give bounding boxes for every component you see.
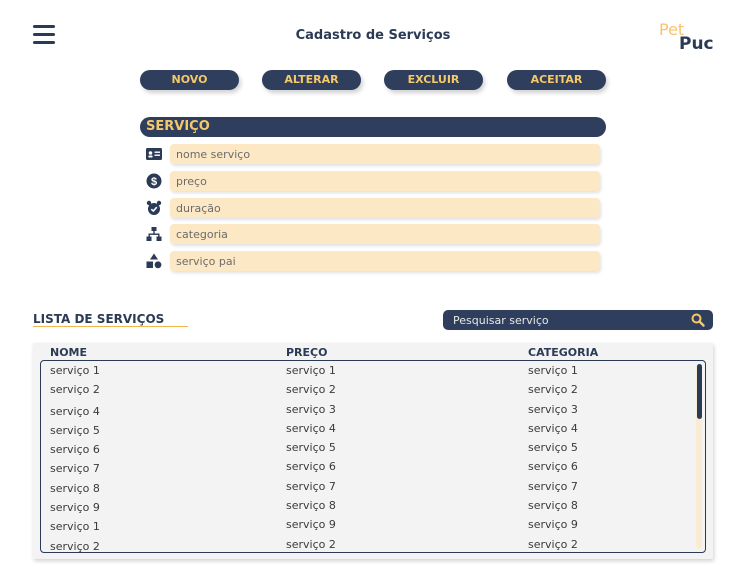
table-cell[interactable]: serviço 5 <box>50 421 270 440</box>
table-cell[interactable]: serviço 6 <box>528 457 705 476</box>
services-table: NOME PREÇO CATEGORIA serviço 1 serviço 2… <box>33 343 713 559</box>
servico-pai-field[interactable] <box>170 251 600 271</box>
scrollbar-thumb[interactable] <box>697 364 702 419</box>
id-card-icon <box>146 148 162 160</box>
table-cell[interactable]: serviço 4 <box>528 419 705 438</box>
svg-text:$: $ <box>151 176 157 188</box>
duracao-row <box>146 198 601 218</box>
nome-servico-field[interactable] <box>170 144 600 164</box>
servico-pai-row <box>146 251 601 271</box>
table-body[interactable]: serviço 1 serviço 2 serviço 4 serviço 5 … <box>40 360 706 553</box>
logo-puc-text: Puc <box>679 34 714 54</box>
search-icon[interactable] <box>691 313 705 327</box>
table-cell[interactable]: serviço 7 <box>50 459 270 478</box>
nome-servico-row <box>146 144 601 164</box>
table-cell[interactable]: serviço 9 <box>286 515 506 534</box>
table-cell[interactable]: serviço 1 <box>286 361 506 380</box>
table-cell[interactable]: serviço 6 <box>50 440 270 459</box>
header-preco: PREÇO <box>286 346 328 359</box>
header-categoria: CATEGORIA <box>528 346 599 359</box>
categoria-column: serviço 1 serviço 2 serviço 3 serviço 4 … <box>528 361 705 552</box>
table-cell[interactable]: serviço 2 <box>286 380 506 399</box>
categoria-field[interactable] <box>170 224 600 244</box>
alarm-clock-icon <box>146 200 162 215</box>
table-cell[interactable]: serviço 2 <box>528 535 705 552</box>
header-nome: NOME <box>50 346 88 359</box>
page-title: Cadastro de Serviços <box>295 28 451 43</box>
table-cell[interactable]: serviço 2 <box>50 537 270 552</box>
logo: Pet Puc <box>658 20 718 54</box>
table-cell[interactable]: serviço 8 <box>286 496 506 515</box>
preco-column: serviço 1 serviço 2 serviço 3 serviço 4 … <box>286 361 506 552</box>
excluir-button[interactable]: EXCLUIR <box>384 70 483 90</box>
table-cell[interactable]: serviço 2 <box>50 380 270 399</box>
table-cell[interactable]: serviço 1 <box>50 517 270 536</box>
list-title-underline <box>33 326 188 327</box>
duracao-field[interactable] <box>170 198 600 218</box>
categoria-row <box>146 224 601 244</box>
dollar-icon: $ <box>146 173 162 189</box>
table-cell[interactable]: serviço 8 <box>528 496 705 515</box>
table-cell[interactable]: serviço 3 <box>528 400 705 419</box>
search-bar <box>443 310 713 330</box>
list-title: LISTA DE SERVIÇOS <box>33 312 165 326</box>
table-cell[interactable]: serviço 1 <box>50 361 270 380</box>
table-cell[interactable]: serviço 8 <box>50 479 270 498</box>
aceitar-button[interactable]: ACEITAR <box>507 70 606 90</box>
table-cell[interactable]: serviço 3 <box>286 400 506 419</box>
nome-column: serviço 1 serviço 2 serviço 4 serviço 5 … <box>50 361 270 552</box>
table-cell[interactable]: serviço 4 <box>50 402 270 421</box>
table-cell[interactable]: serviço 2 <box>528 380 705 399</box>
table-cell[interactable]: serviço 5 <box>528 438 705 457</box>
novo-button[interactable]: NOVO <box>140 70 239 90</box>
servico-section-title: SERVIÇO <box>140 117 606 137</box>
table-cell[interactable]: serviço 1 <box>528 361 705 380</box>
table-cell[interactable]: serviço 4 <box>286 419 506 438</box>
search-input[interactable] <box>443 310 683 330</box>
preco-row: $ <box>146 171 601 191</box>
table-cell[interactable]: serviço 9 <box>528 515 705 534</box>
table-cell[interactable]: serviço 7 <box>286 477 506 496</box>
table-cell[interactable]: serviço 9 <box>50 498 270 517</box>
shapes-icon <box>146 253 162 269</box>
table-cell[interactable]: serviço 5 <box>286 438 506 457</box>
hierarchy-icon <box>146 227 162 241</box>
table-cell[interactable]: serviço 6 <box>286 457 506 476</box>
preco-field[interactable] <box>170 171 600 191</box>
table-cell[interactable]: serviço 2 <box>286 535 506 552</box>
alterar-button[interactable]: ALTERAR <box>262 70 361 90</box>
table-cell[interactable]: serviço 7 <box>528 477 705 496</box>
